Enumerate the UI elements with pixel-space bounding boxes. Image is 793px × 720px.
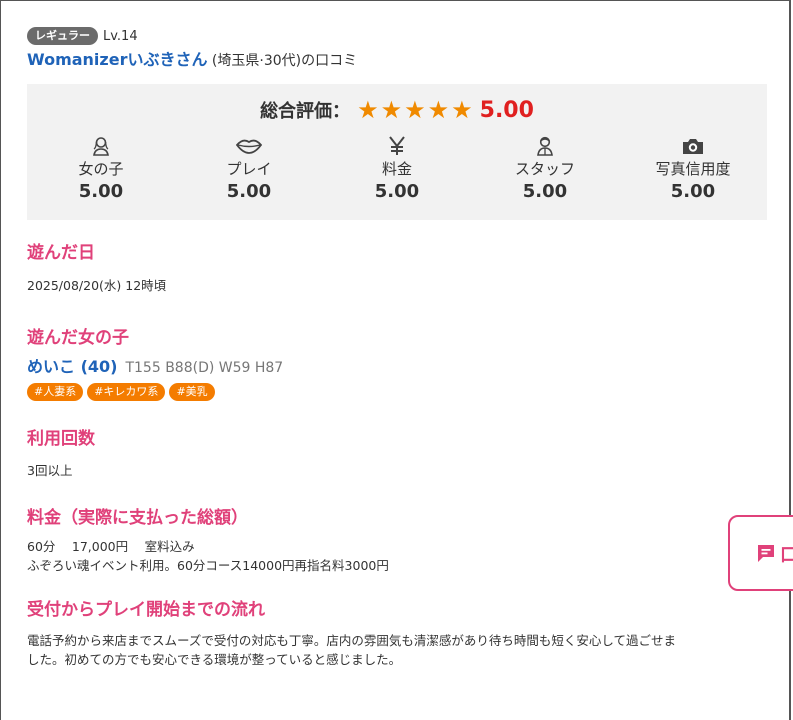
overall-label: 総合評価： (260, 101, 351, 122)
tag-list: #人妻系 #キレカワ系 #美乳 (27, 383, 767, 401)
overall-score: 5.00 (479, 97, 534, 123)
rank-badge: レギュラー (27, 27, 98, 45)
subscore-value: 5.00 (78, 181, 124, 202)
rating-box: 総合評価： ★ ★ ★ ★ ★ 5.00 女の子 5.00 プレイ 5.00 料… (27, 84, 767, 220)
reviewer-suffix: (埼玉県·30代)の口コミ (207, 53, 358, 69)
girl-name-link[interactable]: めいこ (40) (27, 357, 117, 376)
subscore-staff: スタッフ 5.00 (471, 135, 619, 203)
subscore-photo: 写真信用度 5.00 (619, 135, 767, 203)
subscore-price: 料金 5.00 (323, 135, 471, 203)
subscore-label: 料金 (381, 160, 412, 178)
reviewer-name-link[interactable]: Womanizerいぶきさん (27, 50, 207, 69)
star-icon: ★ (380, 96, 403, 124)
floating-button-label: 口 (780, 545, 793, 566)
visit-date-value: 2025/08/20(水) 12時頃 (27, 278, 167, 293)
tag[interactable]: #美乳 (169, 383, 215, 401)
floating-review-button[interactable]: 口 (728, 515, 793, 591)
visit-date-section: 遊んだ日 2025/08/20(水) 12時頃 (27, 242, 767, 295)
staff-icon (471, 135, 619, 157)
section-title: 料金（実際に支払った総額） (27, 508, 248, 528)
comment-icon (756, 543, 776, 567)
reviewer-line: Womanizerいぶきさん (埼玉県·30代)の口コミ (27, 49, 767, 71)
flow-section: 受付からプレイ開始までの流れ 電話予約から来店までスムーズで受付の対応も丁寧。店… (27, 599, 767, 669)
tag[interactable]: #人妻系 (27, 383, 84, 401)
lips-icon (175, 135, 323, 157)
flow-text-line: した。初めての方でも安心できる環境が整っていると感じました。 (27, 652, 402, 667)
price-line: 60分 17,000円 室料込み (27, 539, 195, 554)
subscore-value: 5.00 (522, 181, 568, 202)
star-icon: ★ (451, 96, 473, 124)
price-note: ふぞろい魂イベント利用。60分コース14000円再指名料3000円 (27, 558, 389, 573)
subscore-play: プレイ 5.00 (175, 135, 323, 203)
subscore-girl: 女の子 5.00 (27, 135, 175, 203)
girl-section: 遊んだ女の子 めいこ (40) T155 B88(D) W59 H87 #人妻系 … (27, 327, 767, 401)
usage-section: 利用回数 3回以上 (27, 428, 767, 480)
girl-line: めいこ (40) T155 B88(D) W59 H87 (27, 356, 767, 379)
price-section: 料金（実際に支払った総額） 60分 17,000円 室料込み ふぞろい魂イベント… (27, 507, 767, 575)
star-icon: ★ (427, 96, 450, 124)
section-title: 遊んだ日 (27, 243, 95, 263)
star-icon: ★ (357, 96, 379, 124)
subscore-label: プレイ (226, 160, 272, 178)
subscore-label: 写真信用度 (655, 160, 731, 178)
yen-icon (323, 135, 471, 157)
subscore-value: 5.00 (670, 181, 716, 202)
reviewer-level: Lv.14 (103, 28, 138, 44)
section-title: 遊んだ女の子 (27, 328, 129, 348)
section-title: 受付からプレイ開始までの流れ (27, 600, 265, 620)
reviewer-meta: レギュラー Lv.14 (27, 26, 767, 46)
girl-icon (27, 135, 175, 157)
subscores: 女の子 5.00 プレイ 5.00 料金 5.00 スタッフ 5.00 写真信用… (27, 135, 767, 203)
star-icon: ★ (404, 96, 426, 124)
usage-value: 3回以上 (27, 463, 73, 478)
review-content: レギュラー Lv.14 Womanizerいぶきさん (埼玉県·30代)の口コミ… (27, 26, 767, 669)
flow-text-line: 電話予約から来店までスムーズで受付の対応も丁寧。店内の雰囲気も清潔感があり待ち時… (27, 633, 677, 648)
subscore-label: スタッフ (514, 160, 575, 178)
subscore-value: 5.00 (226, 181, 272, 202)
tag[interactable]: #キレカワ系 (87, 383, 166, 401)
girl-stats: T155 B88(D) W59 H87 (125, 360, 284, 376)
subscore-label: 女の子 (78, 160, 124, 178)
section-title: 利用回数 (27, 429, 95, 449)
overall-rating: 総合評価： ★ ★ ★ ★ ★ 5.00 (27, 96, 767, 124)
camera-icon (619, 135, 767, 157)
subscore-value: 5.00 (374, 181, 420, 202)
